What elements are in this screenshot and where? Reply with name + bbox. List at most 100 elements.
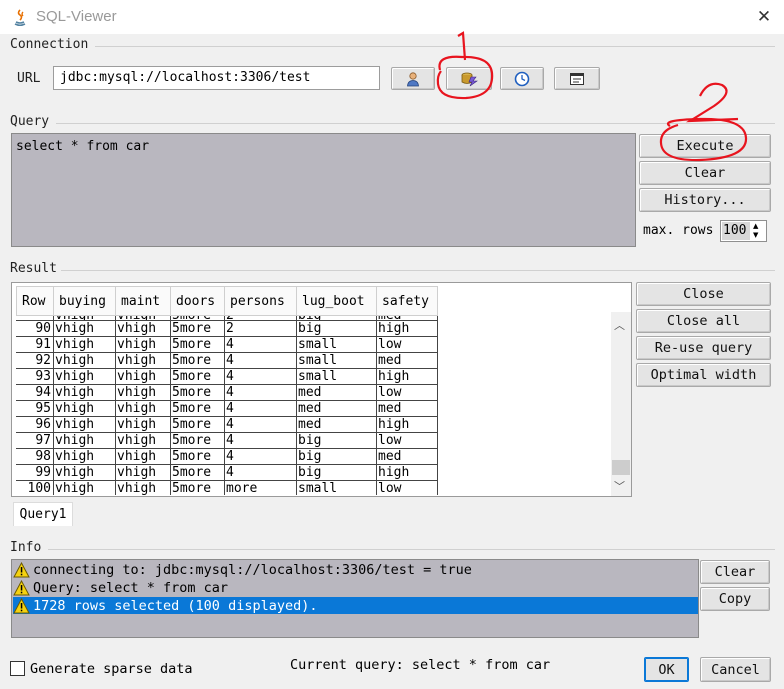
table-cell[interactable]: med bbox=[377, 353, 438, 369]
table-cell[interactable]: 5more bbox=[171, 401, 225, 417]
table-cell[interactable]: high bbox=[377, 369, 438, 385]
table-cell[interactable]: 4 bbox=[225, 337, 297, 353]
table-cell[interactable]: small bbox=[297, 337, 377, 353]
info-line[interactable]: Query: select * from car bbox=[13, 579, 698, 596]
close-result-button[interactable]: Close bbox=[636, 282, 771, 306]
table-cell[interactable]: 93 bbox=[16, 369, 54, 385]
table-cell[interactable]: 100 bbox=[16, 481, 54, 495]
table-cell[interactable]: vhigh bbox=[54, 353, 116, 369]
table-cell[interactable]: 5more bbox=[171, 385, 225, 401]
table-row[interactable]: 99 vhigh vhigh 5more 4 big high bbox=[16, 465, 440, 481]
table-cell[interactable]: 5more bbox=[171, 433, 225, 449]
table-cell[interactable]: vhigh bbox=[116, 321, 171, 337]
table-cell[interactable]: vhigh bbox=[54, 481, 116, 495]
table-cell[interactable]: med bbox=[377, 401, 438, 417]
table-cell[interactable]: vhigh bbox=[116, 337, 171, 353]
table-cell[interactable]: vhigh bbox=[116, 385, 171, 401]
scroll-thumb[interactable] bbox=[612, 460, 630, 475]
column-header[interactable]: maint bbox=[116, 286, 171, 316]
table-cell[interactable]: 4 bbox=[225, 385, 297, 401]
optimal-width-button[interactable]: Optimal width bbox=[636, 363, 771, 387]
close-window-icon[interactable]: ✕ bbox=[752, 5, 776, 29]
url-field[interactable]: jdbc:mysql://localhost:3306/test bbox=[53, 66, 380, 90]
table-cell[interactable]: 5more bbox=[171, 481, 225, 495]
properties-button[interactable] bbox=[554, 67, 600, 90]
table-cell[interactable]: big bbox=[297, 321, 377, 337]
table-cell[interactable]: more bbox=[225, 481, 297, 495]
table-cell[interactable]: 5more bbox=[171, 417, 225, 433]
info-line-selected[interactable]: 1728 rows selected (100 displayed). bbox=[13, 597, 698, 614]
table-cell[interactable]: vhigh bbox=[54, 369, 116, 385]
table-cell[interactable]: 97 bbox=[16, 433, 54, 449]
table-cell[interactable]: big bbox=[297, 449, 377, 465]
table-cell[interactable]: 4 bbox=[225, 449, 297, 465]
table-cell[interactable]: med bbox=[297, 385, 377, 401]
table-row[interactable]: 90 vhigh vhigh 5more 2 big high bbox=[16, 321, 440, 337]
clear-query-button[interactable]: Clear bbox=[639, 161, 771, 185]
table-cell[interactable]: 4 bbox=[225, 465, 297, 481]
table-cell[interactable]: vhigh bbox=[54, 417, 116, 433]
table-cell[interactable]: vhigh bbox=[116, 417, 171, 433]
table-cell[interactable]: 4 bbox=[225, 417, 297, 433]
history-button[interactable] bbox=[500, 67, 544, 90]
table-row[interactable]: 92 vhigh vhigh 5more 4 small med bbox=[16, 353, 440, 369]
clear-info-button[interactable]: Clear bbox=[700, 560, 770, 584]
table-cell[interactable]: 4 bbox=[225, 433, 297, 449]
table-cell[interactable]: 5more bbox=[171, 369, 225, 385]
reuse-query-button[interactable]: Re-use query bbox=[636, 336, 771, 360]
table-cell[interactable]: vhigh bbox=[116, 465, 171, 481]
user-button[interactable] bbox=[391, 67, 435, 90]
column-header[interactable]: Row bbox=[16, 286, 54, 316]
column-header[interactable]: lug_boot bbox=[297, 286, 377, 316]
table-row[interactable]: 100 vhigh vhigh 5more more small low bbox=[16, 481, 440, 495]
table-cell[interactable]: vhigh bbox=[116, 481, 171, 495]
table-cell[interactable]: vhigh bbox=[116, 449, 171, 465]
connect-button[interactable] bbox=[446, 67, 492, 90]
table-cell[interactable]: 92 bbox=[16, 353, 54, 369]
table-cell[interactable]: 5more bbox=[171, 465, 225, 481]
table-row[interactable]: 93 vhigh vhigh 5more 4 small high bbox=[16, 369, 440, 385]
table-cell[interactable]: 4 bbox=[225, 401, 297, 417]
info-log[interactable]: connecting to: jdbc:mysql://localhost:33… bbox=[11, 559, 699, 638]
table-row[interactable]: 91 vhigh vhigh 5more 4 small low bbox=[16, 337, 440, 353]
table-row[interactable]: 96 vhigh vhigh 5more 4 med high bbox=[16, 417, 440, 433]
table-cell[interactable]: 5more bbox=[171, 353, 225, 369]
result-table[interactable]: Row buying maint doors persons lug_boot safety… bbox=[11, 282, 632, 497]
table-cell[interactable]: high bbox=[377, 321, 438, 337]
table-cell[interactable]: big bbox=[297, 465, 377, 481]
table-cell[interactable]: 99 bbox=[16, 465, 54, 481]
history-query-button[interactable]: History... bbox=[639, 188, 771, 212]
spinner-arrows-icon[interactable]: ▲ ▼ bbox=[753, 222, 758, 240]
table-cell[interactable]: vhigh bbox=[116, 369, 171, 385]
table-cell[interactable]: vhigh bbox=[54, 401, 116, 417]
table-cell[interactable]: vhigh bbox=[116, 401, 171, 417]
close-all-button[interactable]: Close all bbox=[636, 309, 771, 333]
table-cell[interactable]: vhigh bbox=[54, 385, 116, 401]
scroll-up-arrow-icon[interactable]: ︿ bbox=[614, 317, 625, 333]
table-cell[interactable]: low bbox=[377, 481, 438, 495]
query-textarea[interactable]: select * from car bbox=[11, 133, 636, 247]
table-cell[interactable]: 4 bbox=[225, 369, 297, 385]
cancel-button[interactable]: Cancel bbox=[700, 657, 771, 682]
table-cell[interactable]: vhigh bbox=[116, 433, 171, 449]
table-cell[interactable]: 5more bbox=[171, 337, 225, 353]
table-cell[interactable]: high bbox=[377, 417, 438, 433]
tab-query1[interactable]: Query1 bbox=[13, 502, 73, 526]
table-cell[interactable]: vhigh bbox=[54, 449, 116, 465]
copy-info-button[interactable]: Copy bbox=[700, 587, 770, 611]
table-cell[interactable]: med bbox=[297, 401, 377, 417]
table-cell[interactable]: small bbox=[297, 353, 377, 369]
scroll-down-arrow-icon[interactable]: ﹀ bbox=[614, 478, 625, 494]
ok-button[interactable]: OK bbox=[644, 657, 689, 682]
table-cell[interactable]: high bbox=[377, 465, 438, 481]
table-cell[interactable]: low bbox=[377, 433, 438, 449]
table-row[interactable]: 97 vhigh vhigh 5more 4 big low bbox=[16, 433, 440, 449]
table-cell[interactable]: vhigh bbox=[54, 337, 116, 353]
generate-sparse-checkbox[interactable] bbox=[10, 661, 25, 676]
table-cell[interactable]: low bbox=[377, 385, 438, 401]
table-cell[interactable]: 96 bbox=[16, 417, 54, 433]
table-cell[interactable]: 90 bbox=[16, 321, 54, 337]
column-header[interactable]: safety bbox=[377, 286, 438, 316]
table-cell[interactable]: vhigh bbox=[116, 353, 171, 369]
table-row[interactable]: 94 vhigh vhigh 5more 4 med low bbox=[16, 385, 440, 401]
